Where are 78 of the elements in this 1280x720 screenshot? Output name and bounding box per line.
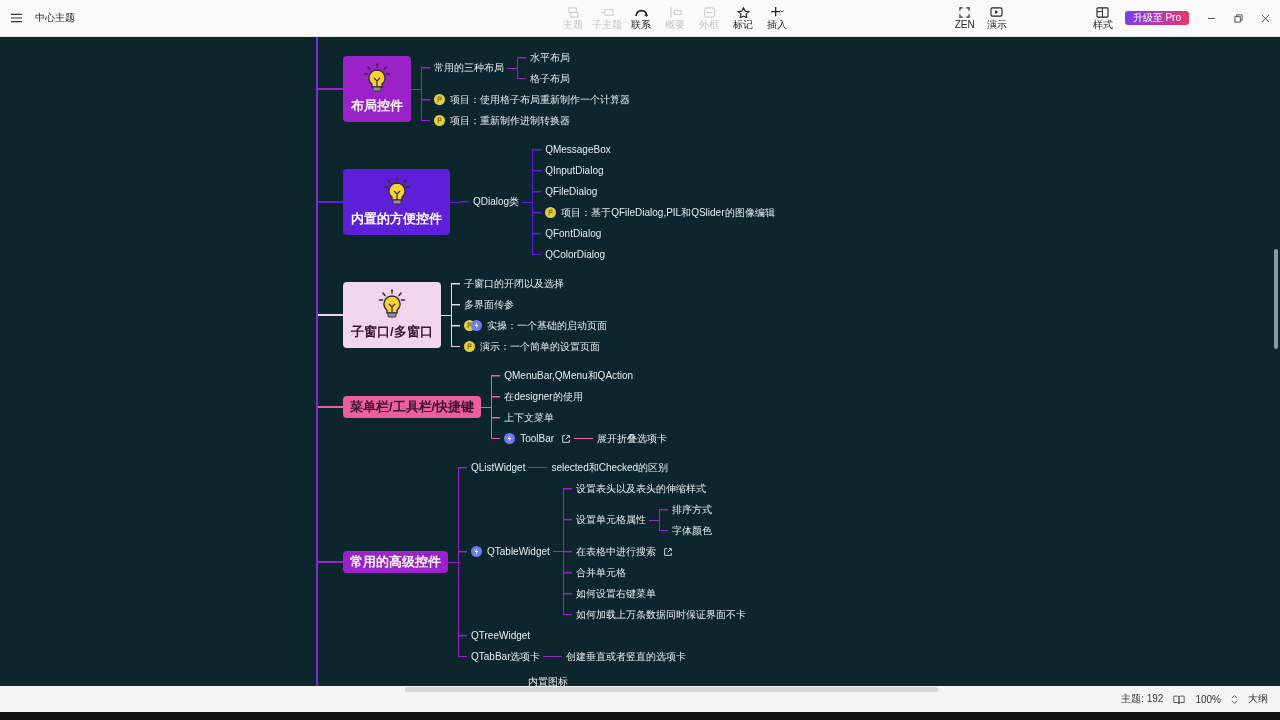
topic-label[interactable]: QInputDialog — [545, 165, 604, 176]
zoom-level[interactable]: 100% — [1195, 693, 1221, 705]
topic-label[interactable]: 在designer的使用 — [504, 389, 583, 404]
flag-icon — [434, 94, 445, 105]
layout-icon — [1096, 6, 1110, 18]
topic-label[interactable]: 排序方式 — [671, 502, 712, 517]
topic-label[interactable]: 项目：基于QFileDialog,PIL和QSlider的图像编辑 — [561, 205, 775, 220]
toolbar-button[interactable]: 插入 — [761, 6, 793, 30]
scrollbar-thumb[interactable] — [1274, 249, 1278, 349]
branch-topic[interactable]: 布局控件 — [343, 56, 411, 122]
window-title: 中心主题 — [35, 11, 75, 25]
close-icon[interactable] — [1261, 13, 1270, 23]
subtopic-icon — [600, 6, 614, 18]
topic-label[interactable]: 格子布局 — [530, 71, 570, 86]
topic-count: 主题: 192 — [1121, 692, 1164, 706]
topic-label[interactable]: QTreeWidget — [471, 630, 531, 641]
topic-label[interactable]: QMenuBar,QMenu和QAction — [504, 368, 634, 383]
upgrade-button[interactable]: 升级至 Pro — [1124, 11, 1189, 25]
bracket-icon — [668, 6, 682, 18]
lightbulb-icon — [361, 62, 393, 94]
topic-label[interactable]: QDialog类 — [473, 195, 520, 209]
topic-label[interactable]: 如何设置右键菜单 — [575, 586, 656, 601]
play-icon — [990, 6, 1004, 18]
topic-label[interactable]: selected和Checked的区别 — [551, 460, 669, 475]
flag-icon — [463, 341, 475, 352]
restore-icon[interactable] — [1234, 13, 1243, 23]
topic-label[interactable]: 常用的三种布局 — [434, 61, 504, 75]
lightning-icon — [470, 320, 482, 331]
toolbar-button[interactable]: 联系 — [625, 6, 657, 30]
topic-label[interactable]: 如何加载上万条数据同时保证界面不卡 — [575, 607, 746, 622]
topic-label[interactable]: 展开折叠选项卡 — [597, 431, 668, 446]
branch-topic[interactable]: 子窗口/多窗口 — [343, 282, 441, 348]
topic-label[interactable]: 创建垂直或者竖直的选项卡 — [566, 649, 687, 664]
topic-label[interactable]: 项目：重新制作进制转换器 — [450, 113, 570, 128]
book-icon[interactable] — [1173, 693, 1186, 705]
topic-label[interactable]: QListWidget — [471, 462, 526, 473]
topic-label[interactable]: 实操：一个基础的启动页面 — [486, 318, 607, 333]
fullscreen-icon — [958, 6, 972, 18]
flag-icon — [434, 115, 445, 126]
stepper-icon[interactable] — [1231, 693, 1238, 705]
menu-icon[interactable] — [11, 13, 22, 23]
topic-label[interactable]: 字体颜色 — [671, 523, 712, 538]
star-icon — [736, 6, 750, 18]
plus-icon — [770, 6, 784, 18]
lightning-icon — [471, 546, 482, 557]
toolbar-button[interactable]: ZEN — [948, 6, 981, 30]
topic-label[interactable]: QFileDialog — [545, 186, 598, 197]
external-link-icon[interactable] — [561, 433, 572, 444]
toolbar-button[interactable]: 演示 — [980, 6, 1013, 30]
branch-topic[interactable]: 菜单栏/工具栏/快捷键 — [343, 396, 482, 418]
topic-label[interactable]: 上下文菜单 — [504, 410, 555, 425]
topic-label[interactable]: QColorDialog — [545, 249, 606, 260]
topic-label[interactable]: 多界面传参 — [463, 297, 514, 312]
topic-label[interactable]: 合并单元格 — [575, 565, 626, 580]
topic-label[interactable]: ToolBar — [520, 433, 555, 444]
style-button[interactable]: 样式 — [1086, 6, 1119, 30]
external-link-icon[interactable] — [662, 546, 673, 557]
toolbar-button[interactable]: 标记 — [727, 6, 759, 30]
topic-label[interactable]: 水平布局 — [530, 50, 570, 65]
topic-label[interactable]: 子窗口的开闭以及选择 — [463, 276, 564, 291]
topic-label[interactable]: 在表格中进行搜索 — [575, 544, 656, 559]
topic-label[interactable]: QMessageBox — [545, 144, 611, 155]
topic-icon — [566, 6, 580, 18]
topic-label[interactable]: QTabBar选项卡 — [471, 649, 541, 664]
frame-icon — [702, 6, 716, 18]
topic-label[interactable]: 项目：使用格子布局重新制作一个计算器 — [450, 92, 630, 107]
topic-label[interactable]: 内置图标 — [528, 675, 568, 686]
outline-button[interactable]: 大纲 — [1248, 692, 1268, 706]
topic-label[interactable]: QFontDialog — [545, 228, 602, 239]
topic-label[interactable]: 演示：一个简单的设置页面 — [479, 339, 600, 354]
scrollbar-thumb[interactable] — [405, 687, 938, 692]
lightning-icon — [504, 433, 516, 444]
topic-label[interactable]: QTableWidget — [487, 546, 550, 557]
topic-label[interactable]: 设置表头以及表头的伸缩样式 — [575, 481, 706, 496]
branch-topic[interactable]: 内置的方便控件 — [343, 169, 450, 235]
branch-topic[interactable]: 常用的高级控件 — [343, 551, 448, 573]
topic-label[interactable]: 设置单元格属性 — [575, 513, 646, 527]
flag-icon — [545, 207, 557, 218]
